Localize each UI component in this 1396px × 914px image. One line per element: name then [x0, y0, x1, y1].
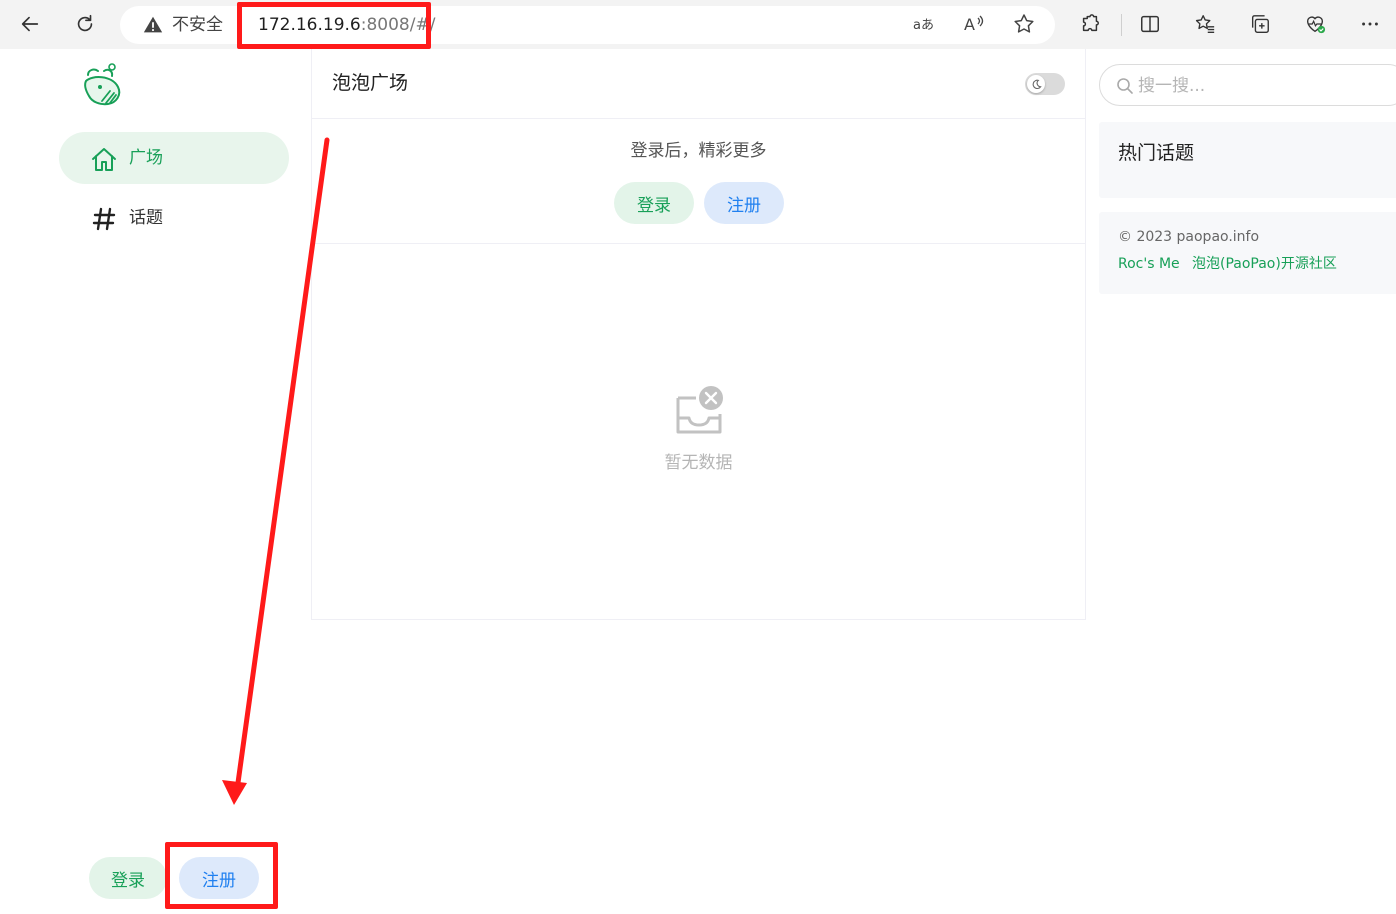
sidebar-item-label: 话题 — [129, 208, 163, 228]
paopao-logo-icon — [84, 63, 121, 106]
translate-button[interactable]: aあ — [912, 12, 936, 36]
security-label[interactable]: 不安全 — [172, 13, 223, 37]
arrow-left-icon — [21, 16, 39, 32]
toolbar-divider — [1121, 14, 1122, 36]
sidebar-item-label: 广场 — [129, 148, 163, 168]
hash-icon — [89, 204, 119, 234]
footer-link-paopao-community[interactable]: 泡泡(PaoPao)开源社区 — [1192, 254, 1337, 274]
home-icon — [89, 144, 119, 174]
sidebar-login-button[interactable]: 登录 — [89, 857, 167, 899]
collections-icon — [1251, 15, 1269, 33]
sidebar-item-topics[interactable]: 话题 — [59, 192, 289, 244]
extensions-button[interactable] — [1072, 6, 1108, 42]
register-button[interactable]: 注册 — [704, 182, 784, 224]
svg-text:A: A — [964, 15, 975, 34]
reload-button[interactable] — [67, 6, 103, 42]
browser-toolbar: 不安全 172.16.19.6:8008/#/ aあ A — [0, 0, 1396, 49]
favorites-button[interactable] — [1187, 6, 1223, 42]
hot-topics-title: 热门话题 — [1118, 142, 1195, 164]
url-highlight-box — [237, 2, 431, 49]
search-box[interactable] — [1099, 64, 1396, 106]
puzzle-icon — [1082, 14, 1099, 32]
search-input[interactable] — [1138, 73, 1378, 99]
main-header: 泡泡广场 — [312, 49, 1085, 119]
read-aloud-icon: A — [964, 15, 984, 34]
translate-icon: aあ — [913, 18, 934, 33]
login-button[interactable]: 登录 — [614, 182, 694, 224]
theme-knob — [1027, 75, 1045, 93]
svg-text:aあ: aあ — [913, 18, 934, 33]
empty-inbox-icon — [676, 386, 723, 434]
login-prompt: 登录后，精彩更多 登录 注册 — [312, 119, 1085, 244]
theme-toggle[interactable] — [1025, 73, 1065, 95]
warning-icon — [143, 16, 163, 33]
search-icon — [1117, 78, 1133, 94]
collections-button[interactable] — [1242, 6, 1278, 42]
reload-icon — [77, 14, 93, 32]
favorite-button[interactable] — [1012, 12, 1036, 36]
empty-state-text: 暂无数据 — [664, 453, 733, 473]
footer-link-rocs-me[interactable]: Roc's Me — [1118, 254, 1180, 274]
split-screen-button[interactable] — [1132, 6, 1168, 42]
page-title: 泡泡广场 — [332, 72, 409, 94]
hot-topics-card: 热门话题 — [1099, 122, 1396, 198]
sidebar-item-square[interactable]: 广场 — [59, 132, 289, 184]
main-feed: 泡泡广场 登录后，精彩更多 登录 注册 暂无数据 — [311, 49, 1086, 620]
heart-pulse-icon — [1306, 16, 1326, 34]
split-screen-icon — [1141, 15, 1159, 33]
copyright-text: © 2023 paopao.info — [1118, 229, 1260, 245]
more-button[interactable] — [1352, 6, 1388, 42]
browser-essentials-button[interactable] — [1297, 6, 1333, 42]
register-highlight-box — [165, 842, 278, 909]
footer-card: © 2023 paopao.info Roc's Me 泡泡(PaoPao)开源… — [1099, 212, 1396, 294]
moon-icon — [1032, 79, 1042, 89]
back-button[interactable] — [12, 6, 48, 42]
star-icon — [1014, 14, 1034, 33]
read-aloud-button[interactable]: A — [962, 12, 986, 36]
login-tip: 登录后，精彩更多 — [630, 141, 767, 161]
favorites-icon — [1195, 15, 1215, 33]
more-icon — [1362, 22, 1378, 26]
